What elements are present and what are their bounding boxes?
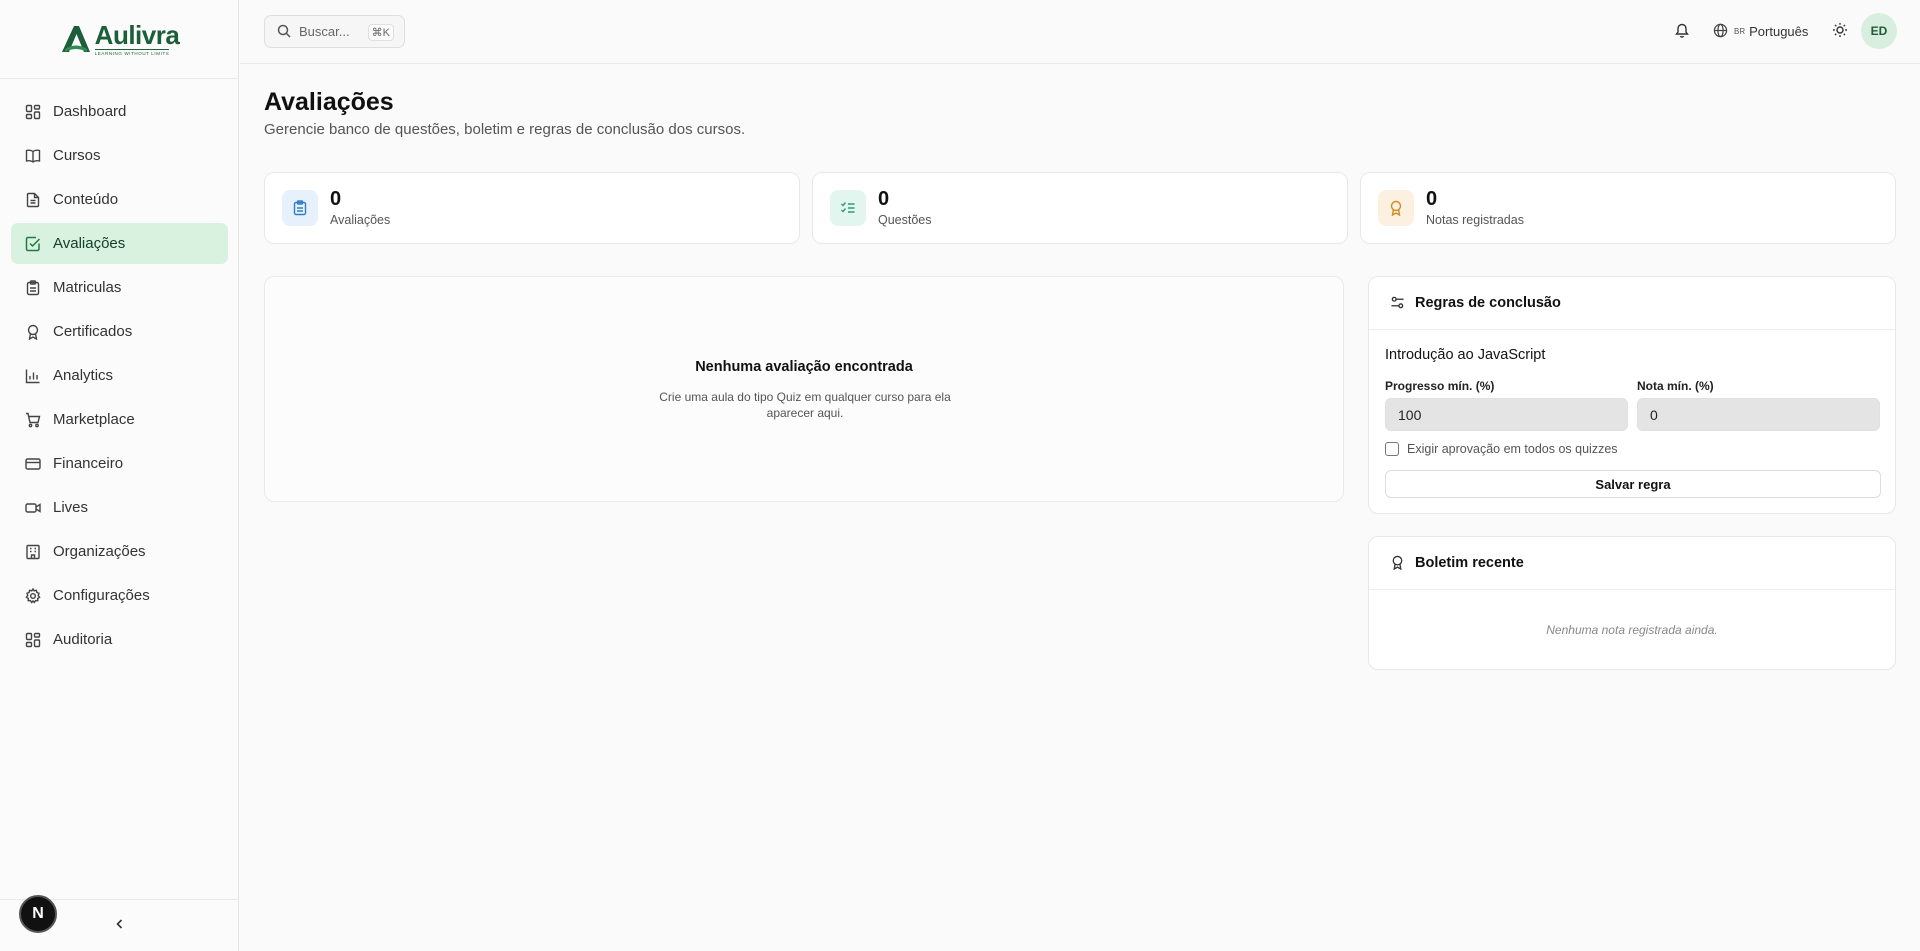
clipboard-icon [282, 190, 318, 226]
sidebar-item-lives[interactable]: Lives [11, 487, 228, 528]
dashboard-icon [25, 632, 41, 648]
book-icon [25, 148, 41, 164]
sidebar-item-conteudo[interactable]: Conteúdo [11, 179, 228, 220]
stat-card-notas: 0 Notas registradas [1360, 172, 1896, 244]
dev-tools-badge[interactable]: N [19, 895, 57, 933]
sidebar-item-label: Avaliações [53, 235, 126, 252]
topbar: Buscar... ⌘K BR Português ED [240, 0, 1920, 64]
bar-chart-icon [25, 368, 41, 384]
gear-icon [25, 587, 41, 604]
search-placeholder: Buscar... [299, 24, 350, 39]
video-icon [25, 500, 41, 516]
theme-toggle-button[interactable] [1832, 22, 1850, 40]
panel-header: Regras de conclusão [1369, 277, 1895, 330]
notifications-button[interactable] [1674, 22, 1692, 40]
panel-header: Boletim recente [1369, 537, 1895, 590]
brand-tagline: LEARNING WITHOUT LIMITS [94, 49, 170, 56]
stat-label: Avaliações [330, 213, 391, 227]
sidebar-item-label: Dashboard [53, 103, 127, 120]
sidebar: Aulivra LEARNING WITHOUT LIMITS Dashboar… [0, 0, 239, 951]
logo-mark-icon [59, 22, 93, 56]
grade-min-input[interactable]: 0 [1637, 398, 1880, 431]
user-avatar[interactable]: ED [1861, 13, 1897, 49]
sidebar-item-analytics[interactable]: Analytics [11, 355, 228, 396]
progress-min-input[interactable]: 100 [1385, 398, 1628, 431]
sidebar-item-label: Cursos [53, 147, 101, 164]
require-all-quizzes-checkbox[interactable] [1385, 442, 1399, 456]
award-icon [1390, 555, 1406, 571]
bell-icon [1674, 23, 1690, 42]
stat-label: Notas registradas [1426, 213, 1524, 227]
file-text-icon [25, 192, 41, 208]
save-rule-button[interactable]: Salvar regra [1385, 470, 1881, 498]
list-check-icon [830, 190, 866, 226]
stat-value: 0 [878, 188, 890, 210]
stat-label: Questões [878, 213, 932, 227]
search-icon [277, 24, 292, 39]
search-shortcut: ⌘K [367, 24, 394, 41]
assessments-empty-state: Nenhuma avaliação encontrada Crie uma au… [264, 276, 1344, 502]
sun-icon [1832, 23, 1848, 42]
completion-rules-panel: Regras de conclusão Introdução ao JavaSc… [1368, 276, 1896, 514]
sidebar-item-label: Matriculas [53, 279, 122, 296]
dashboard-icon [25, 104, 41, 120]
clipboard-icon [25, 279, 41, 296]
language-flag: BR [1734, 26, 1746, 36]
sidebar-item-label: Financeiro [53, 455, 124, 472]
progress-min-label: Progresso mín. (%) [1385, 379, 1495, 393]
sidebar-item-organizacoes[interactable]: Organizações [11, 531, 228, 572]
award-icon [1378, 190, 1414, 226]
page-subtitle: Gerencie banco de questões, boletim e re… [264, 121, 746, 138]
sidebar-item-label: Marketplace [53, 411, 135, 428]
empty-state-title: Nenhuma avaliação encontrada [695, 359, 913, 375]
panel-title: Boletim recente [1415, 555, 1524, 571]
language-label: Português [1749, 23, 1809, 39]
sidebar-item-cursos[interactable]: Cursos [11, 135, 228, 176]
brand-logo[interactable]: Aulivra LEARNING WITHOUT LIMITS [59, 22, 180, 56]
language-selector[interactable]: BR Português [1713, 22, 1808, 40]
panel-title: Regras de conclusão [1415, 295, 1561, 311]
stat-card-questoes: 0 Questões [812, 172, 1348, 244]
stat-value: 0 [1426, 188, 1438, 210]
sidebar-item-dashboard[interactable]: Dashboard [11, 91, 228, 132]
recent-report-panel: Boletim recente Nenhuma nota registrada … [1368, 536, 1896, 670]
sidebar-item-avaliacoes[interactable]: Avaliações [11, 223, 228, 264]
sidebar-item-label: Lives [53, 499, 89, 516]
sidebar-item-label: Conteúdo [53, 191, 119, 208]
sidebar-item-financeiro[interactable]: Financeiro [11, 443, 228, 484]
stat-value: 0 [330, 188, 342, 210]
search-input[interactable]: Buscar... ⌘K [264, 15, 405, 48]
credit-card-icon [25, 456, 41, 472]
rule-course-name: Introdução ao JavaScript [1385, 347, 1546, 363]
globe-icon [1713, 23, 1729, 39]
sidebar-nav: Dashboard Cursos Conteúdo Avaliações Mat… [0, 79, 238, 648]
sidebar-item-configuracoes[interactable]: Configurações [11, 575, 228, 616]
building-icon [25, 544, 41, 560]
checkbox-label: Exigir aprovação em todos os quizzes [1407, 442, 1618, 456]
sidebar-item-label: Certificados [53, 323, 133, 340]
sidebar-item-label: Organizações [53, 543, 146, 560]
grade-min-label: Nota mín. (%) [1637, 379, 1714, 393]
brand-name: Aulivra [94, 20, 180, 50]
award-icon [25, 324, 41, 340]
page-title: Avaliações [264, 88, 394, 116]
sidebar-item-marketplace[interactable]: Marketplace [11, 399, 228, 440]
chevron-left-icon [114, 917, 126, 935]
sidebar-item-auditoria[interactable]: Auditoria [11, 619, 228, 660]
sidebar-item-label: Analytics [53, 367, 114, 384]
sidebar-item-label: Auditoria [53, 631, 113, 648]
sidebar-item-matriculas[interactable]: Matriculas [11, 267, 228, 308]
sidebar-item-certificados[interactable]: Certificados [11, 311, 228, 352]
logo-area: Aulivra LEARNING WITHOUT LIMITS [0, 0, 238, 79]
sliders-icon [1390, 295, 1406, 311]
check-square-icon [25, 236, 41, 252]
report-empty-text: Nenhuma nota registrada ainda. [1546, 623, 1718, 637]
empty-state-description: Crie uma aula do tipo Quiz em qualquer c… [659, 390, 951, 420]
stat-card-avaliacoes: 0 Avaliações [264, 172, 800, 244]
collapse-sidebar-button[interactable] [110, 916, 130, 936]
sidebar-item-label: Configurações [53, 587, 150, 604]
cart-icon [25, 412, 41, 428]
require-all-quizzes-row: Exigir aprovação em todos os quizzes [1385, 442, 1618, 456]
